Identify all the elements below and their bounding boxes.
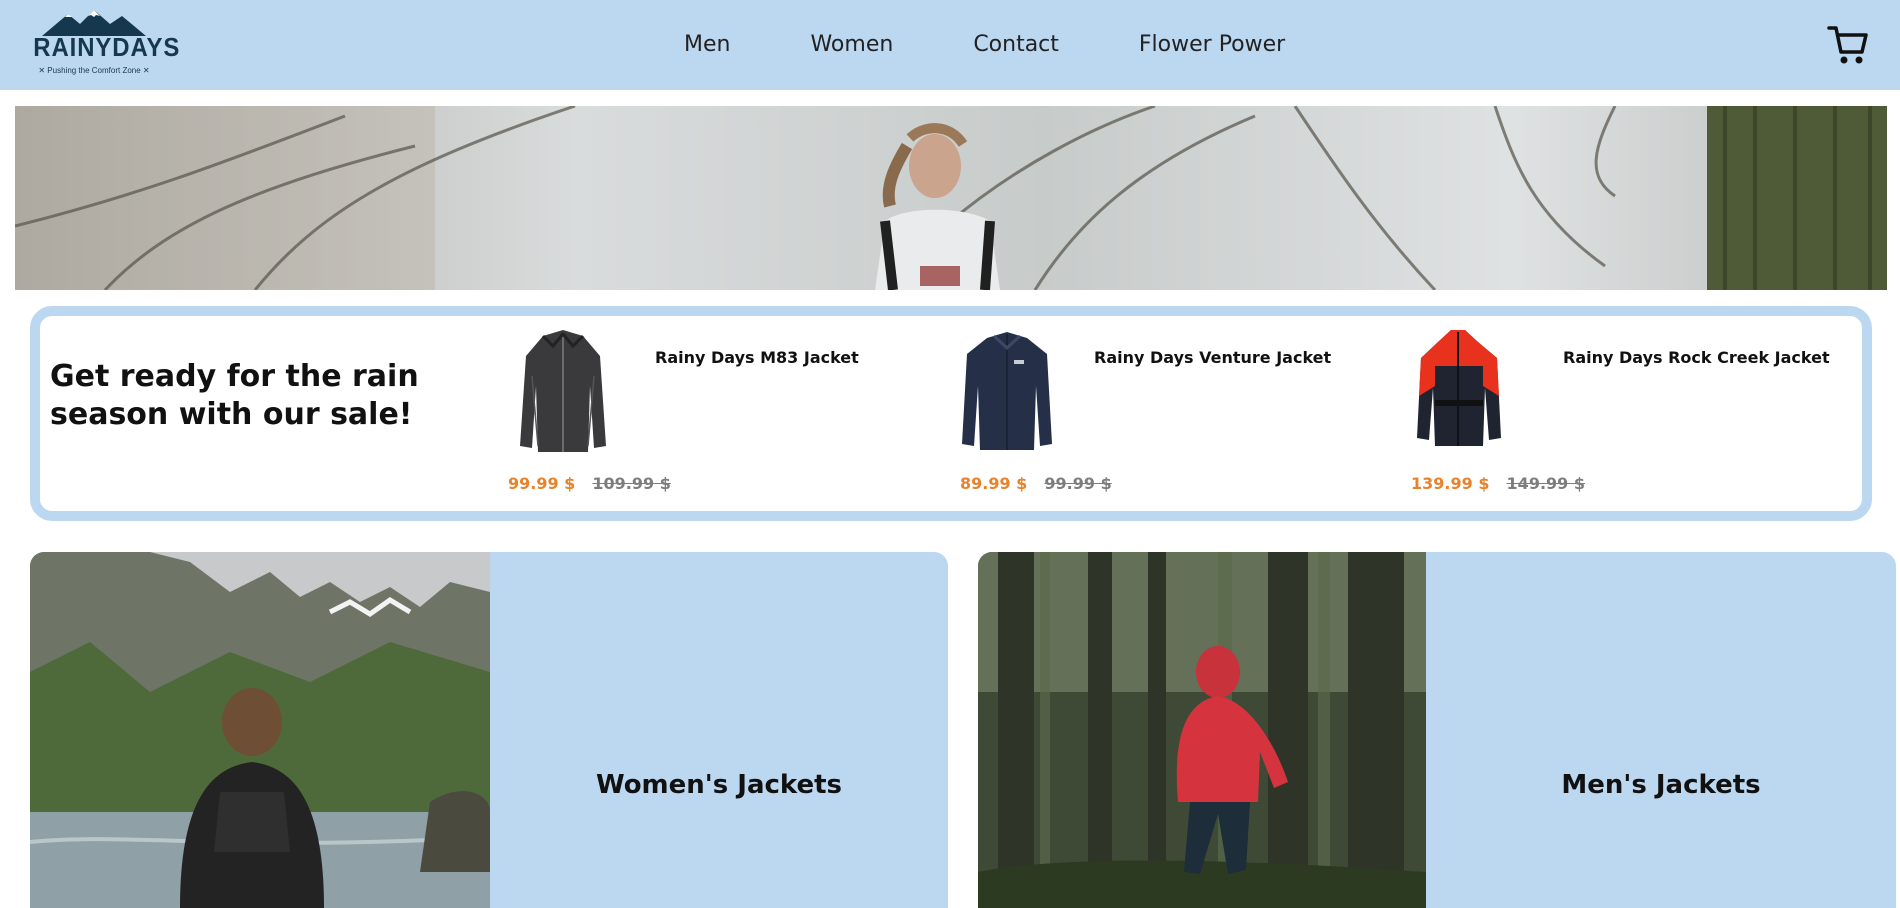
nav-link-men[interactable]: Men (684, 30, 730, 60)
product-card-rock-creek[interactable]: Rainy Days Rock Creek Jacket 139.99 $ 14… (1403, 316, 1853, 511)
men-jackets-title: Men's Jackets (1561, 770, 1761, 800)
product-image (520, 330, 606, 452)
product-image (962, 332, 1052, 450)
sale-heading: Get ready for the rain season with our s… (50, 359, 419, 432)
women-category-image (30, 552, 490, 908)
sale-price: 89.99 $ (960, 474, 1028, 493)
price-row: 89.99 $ 99.99 $ (960, 474, 1112, 493)
category-card-men[interactable]: Men's Jackets (978, 552, 1896, 908)
price-row: 139.99 $ 149.99 $ (1411, 474, 1585, 493)
product-image (1417, 330, 1501, 446)
nav-link-flower-power[interactable]: Flower Power (1139, 30, 1285, 60)
nav-link-women[interactable]: Women (810, 30, 893, 60)
price-row: 99.99 $ 109.99 $ (508, 474, 671, 493)
original-price: 109.99 $ (592, 474, 671, 493)
women-jackets-title: Women's Jackets (595, 770, 843, 800)
hero-banner (15, 106, 1887, 290)
nav-link-contact[interactable]: Contact (973, 30, 1059, 60)
product-name: Rainy Days Rock Creek Jacket (1563, 348, 1830, 367)
original-price: 99.99 $ (1044, 474, 1112, 493)
site-header: RAINYDAYS ✕ Pushing the Comfort Zone ✕ M… (0, 0, 1900, 90)
product-card-m83[interactable]: Rainy Days M83 Jacket 99.99 $ 109.99 $ (500, 316, 920, 511)
original-price: 149.99 $ (1506, 474, 1585, 493)
men-category-image (978, 552, 1426, 908)
sale-price: 99.99 $ (508, 474, 576, 493)
logo-tagline: ✕ Pushing the Comfort Zone ✕ (38, 66, 150, 75)
main-nav: Men Women Contact Flower Power (684, 30, 1365, 60)
product-name: Rainy Days Venture Jacket (1094, 348, 1332, 367)
sale-price: 139.99 $ (1411, 474, 1490, 493)
hero-image (15, 106, 1887, 290)
logo-wordmark: RAINYDAYS (33, 32, 181, 62)
shopping-cart-icon[interactable] (1826, 22, 1870, 66)
sale-section: Get ready for the rain season with our s… (30, 306, 1872, 521)
product-card-venture[interactable]: Rainy Days Venture Jacket 89.99 $ 99.99 … (952, 316, 1372, 511)
category-card-women[interactable]: Women's Jackets (30, 552, 948, 908)
product-name: Rainy Days M83 Jacket (655, 348, 859, 367)
rainydays-logo[interactable]: RAINYDAYS ✕ Pushing the Comfort Zone ✕ (28, 8, 181, 80)
